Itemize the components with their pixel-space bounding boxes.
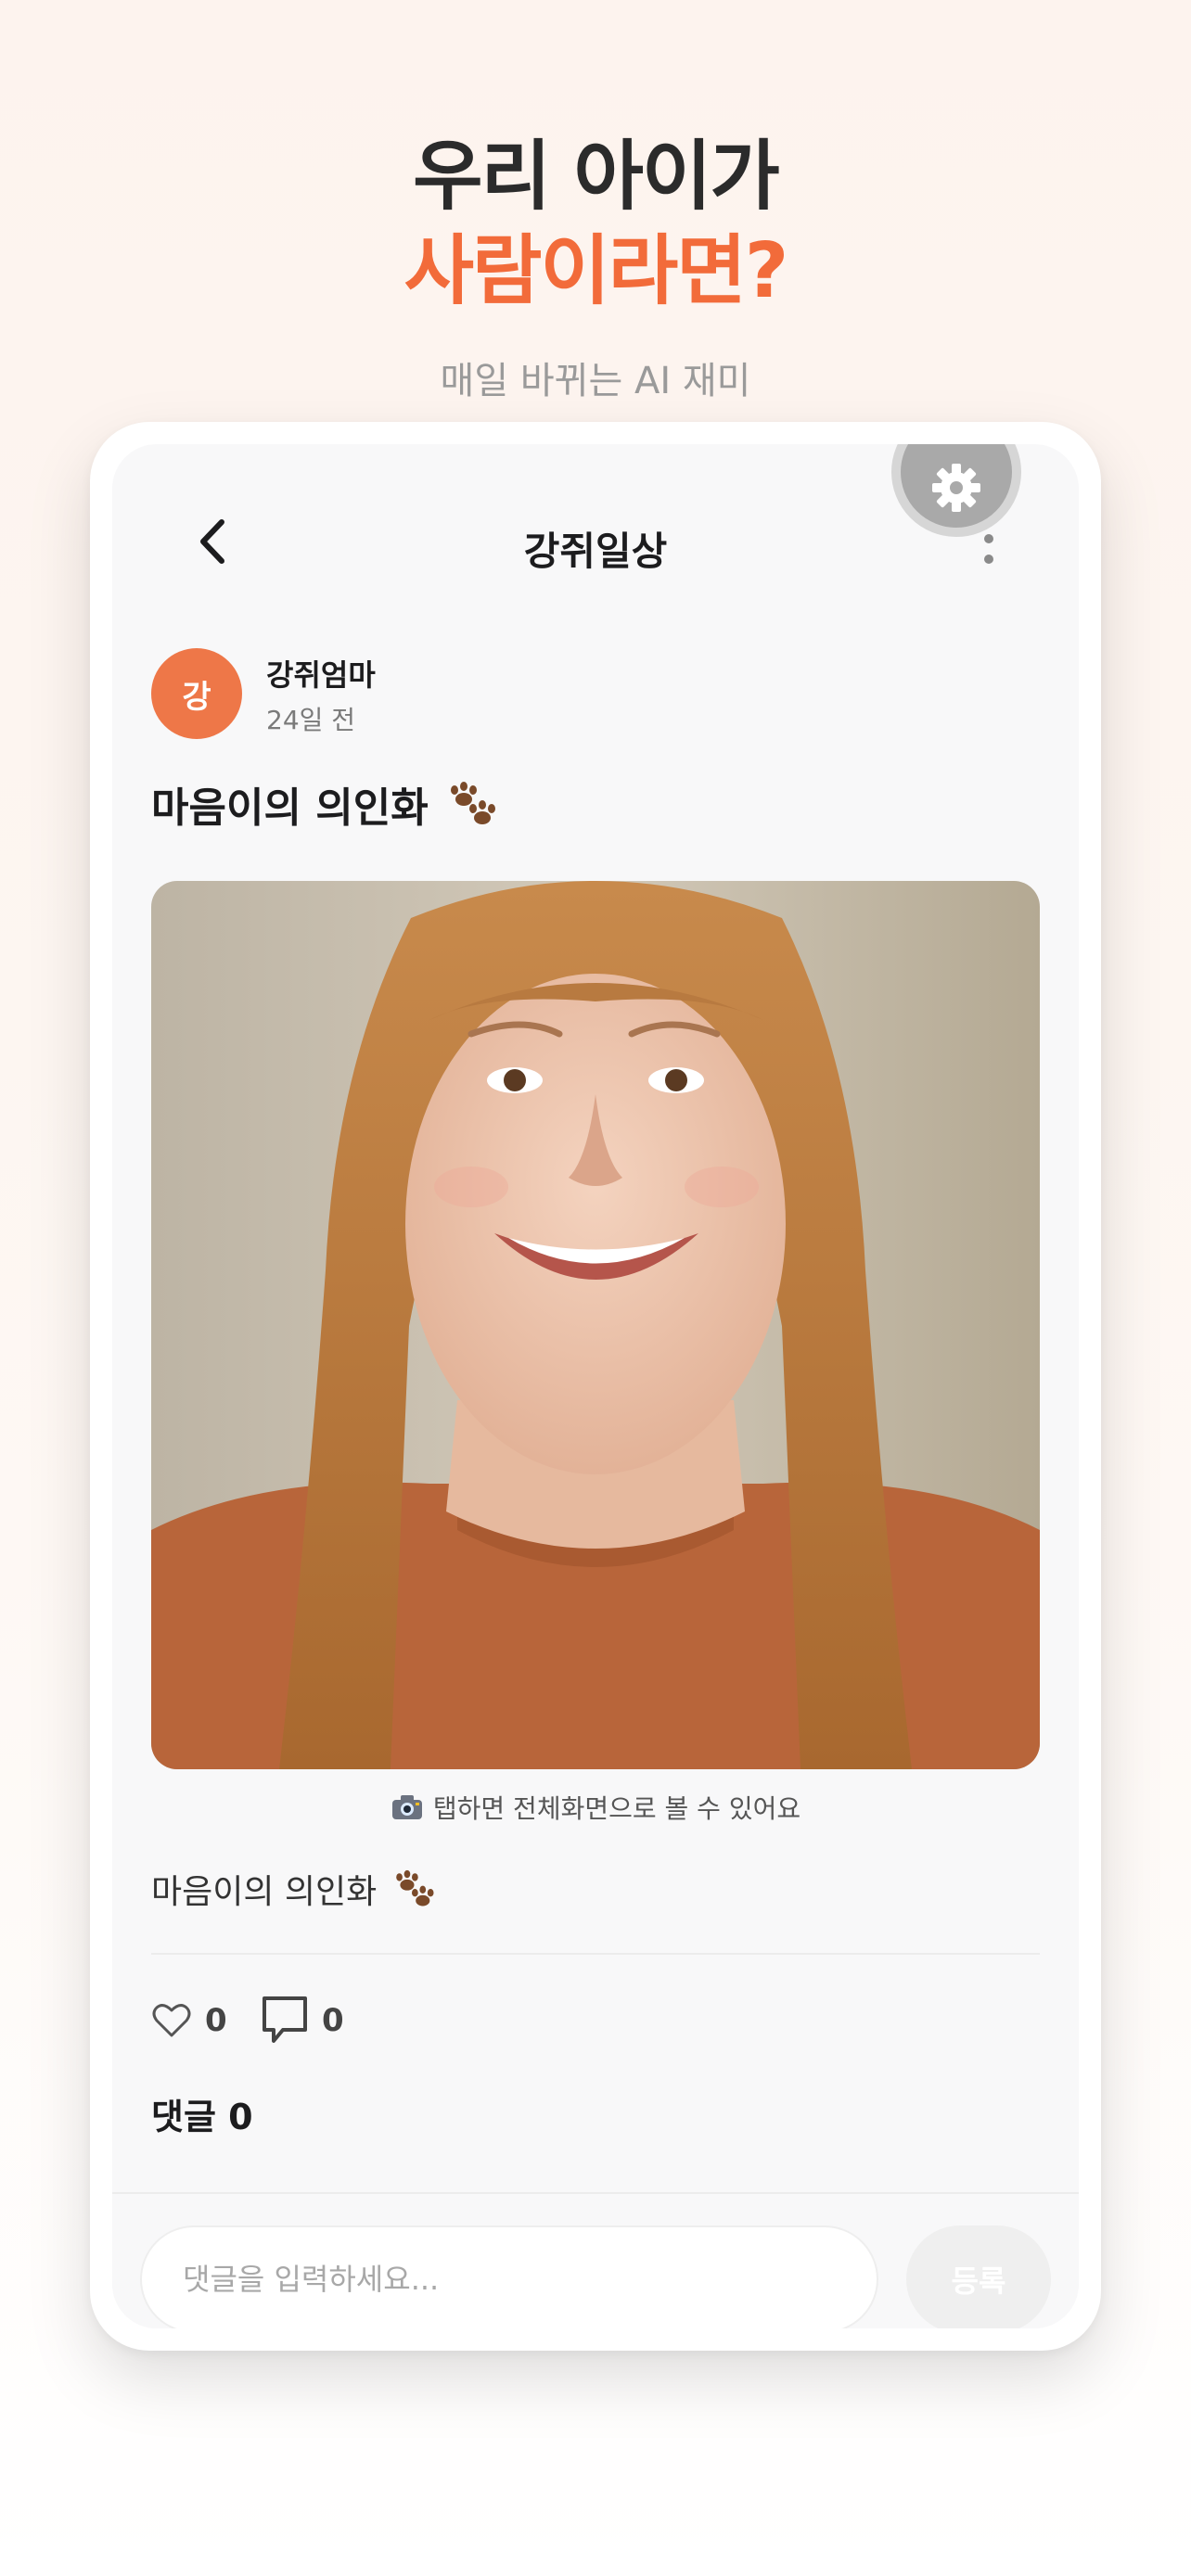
fullscreen-hint: 탭하면 전체화면으로 볼 수 있어요: [112, 1789, 1079, 1826]
heart-icon: [152, 2004, 191, 2037]
paw-prints-icon: [450, 782, 495, 824]
comment-input-bar: 등록: [112, 2192, 1079, 2328]
author-name[interactable]: 강쥐엄마: [266, 652, 376, 695]
hero-title-line2: 사람이라면?: [403, 227, 789, 315]
post-photo[interactable]: [151, 881, 1040, 1769]
post-body-text: 마음이의 의인화: [151, 1873, 378, 1911]
paw-prints-icon: [396, 1869, 434, 1906]
top-nav-bar: 강쥐일상: [112, 444, 1079, 602]
like-button[interactable]: 0: [151, 1995, 227, 2047]
comments-header: 댓글 0: [151, 2097, 253, 2137]
portrait-photo-image: [151, 881, 1040, 1769]
gear-icon: [932, 464, 980, 512]
comment-button[interactable]: 0: [261, 1995, 344, 2047]
like-count: 0: [205, 2002, 227, 2039]
post-body: 마음이의 의인화: [151, 1865, 436, 1913]
comment-count: 0: [322, 2002, 344, 2039]
hero-banner: 우리 아이가 사람이라면? 매일 바뀌는 AI 재미: [0, 130, 1191, 404]
post-title-text: 마음이의 의인화: [151, 784, 429, 832]
camera-icon: [391, 1795, 422, 1819]
hero-subtitle: 매일 바뀌는 AI 재미: [440, 360, 751, 402]
app-screen: 강쥐일상 강 강쥐엄마 24일 전 마음이의 의인화 탭하면 전체화면으로 볼 …: [112, 444, 1079, 2328]
hero-title-line1: 우리 아이가: [413, 133, 780, 221]
submit-comment-button[interactable]: 등록: [906, 2225, 1051, 2328]
post-title: 마음이의 의인화: [151, 774, 497, 834]
avatar[interactable]: 강: [151, 648, 242, 739]
comment-input[interactable]: [140, 2225, 878, 2328]
phone-frame: 강쥐일상 강 강쥐엄마 24일 전 마음이의 의인화 탭하면 전체화면으로 볼 …: [90, 422, 1101, 2351]
comment-bubble-icon: [263, 1996, 307, 2043]
fullscreen-hint-text: 탭하면 전체화면으로 볼 수 있어요: [432, 1793, 801, 1824]
post-timestamp: 24일 전: [266, 705, 356, 735]
divider: [151, 1953, 1040, 1955]
